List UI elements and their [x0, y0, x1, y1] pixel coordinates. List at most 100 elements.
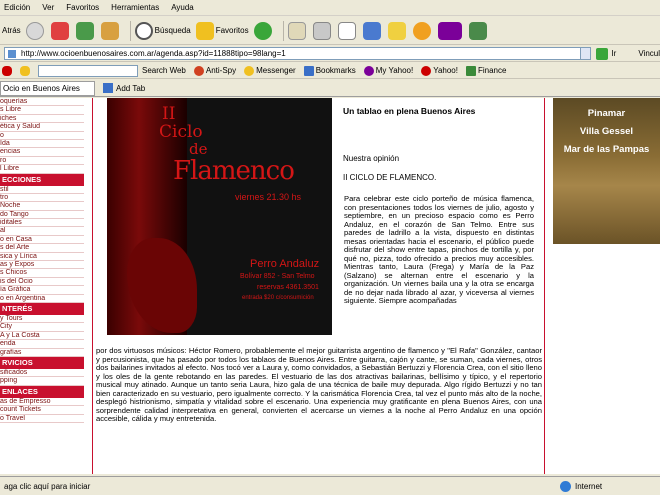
yahoo-search-input[interactable] — [38, 64, 138, 77]
sidebar-link[interactable]: sificados — [0, 369, 84, 378]
go-arrow-icon — [596, 47, 609, 60]
bookmarks-menu[interactable]: Bookmarks — [303, 65, 356, 76]
sidebar-link[interactable]: oquerías — [0, 98, 84, 107]
sidebar-link[interactable]: l Libre — [0, 165, 84, 174]
messenger-button[interactable] — [412, 21, 433, 40]
menu-help[interactable]: Ayuda — [171, 3, 194, 12]
smiley-icon — [244, 65, 255, 76]
print-button[interactable] — [312, 21, 333, 40]
discuss-button[interactable] — [362, 21, 383, 40]
sidebar-link[interactable]: do Tango — [0, 211, 84, 220]
sidebar-link[interactable]: tro — [0, 194, 84, 203]
tab-bar: Ocio en Buenos Aires Add Tab — [0, 80, 660, 97]
destinations-banner[interactable]: Pinamar Villa Gessel Mar de las Pampas — [553, 98, 660, 244]
sidebar-link[interactable]: City — [0, 323, 84, 332]
sidebar-link[interactable]: o en Casa — [0, 236, 84, 245]
messenger-menu[interactable]: Messenger — [244, 65, 296, 76]
poster-flamenco: Flamenco — [173, 156, 295, 186]
sidebar-link[interactable]: as de Empresso — [0, 398, 84, 407]
sidebar-link[interactable]: s del Arte — [0, 244, 84, 253]
status-bar: aga clic aquí para iniciar Internet — [0, 476, 660, 495]
status-text: aga clic aquí para iniciar — [4, 481, 91, 491]
sidebar-link[interactable]: al — [0, 227, 84, 236]
sidebar-link[interactable]: o en Argentina — [0, 295, 84, 303]
my-yahoo-menu[interactable]: My Yahoo! — [363, 65, 413, 76]
sidebar-link[interactable]: stil — [0, 186, 84, 194]
sidebar-link[interactable]: enda — [0, 340, 84, 349]
sidebar-link[interactable]: ro — [0, 157, 84, 166]
history-button[interactable] — [253, 21, 274, 40]
my-yahoo-icon — [363, 65, 374, 76]
poster-venue: Perro Andaluz — [250, 258, 320, 270]
poster-ciclo: Ciclo — [159, 122, 203, 142]
edit-button[interactable] — [337, 21, 358, 40]
flamenco-poster: II Ciclo de Flamenco viernes 21.30 hs Pe… — [107, 98, 332, 335]
sidebar-link[interactable]: Noche — [0, 202, 84, 211]
back-button[interactable]: Atrás — [2, 26, 21, 35]
sidebar-link[interactable]: o — [0, 132, 84, 140]
sidebar-link[interactable]: ética y Salud — [0, 123, 84, 132]
sidebar-link[interactable]: sica y Lírica — [0, 253, 84, 262]
yahoo-label: Yahoo! — [433, 66, 458, 75]
sidebar-link[interactable]: s Chicos — [0, 269, 84, 278]
menu-edit[interactable]: Edición — [4, 3, 30, 12]
pencil-icon[interactable] — [20, 65, 30, 76]
messenger-icon — [412, 21, 431, 40]
article-paragraph-2: por dos virtuosos músicos: Héctor Romero… — [96, 346, 542, 423]
menu-view[interactable]: Ver — [42, 3, 54, 12]
sidebar-link[interactable]: Ida — [0, 140, 84, 149]
mail-button[interactable] — [287, 21, 308, 40]
sidebar-link[interactable]: pping — [0, 377, 84, 386]
history-icon — [253, 21, 272, 40]
favorites-button[interactable]: Favoritos — [195, 21, 249, 40]
anti-spy-button[interactable]: Anti-Spy — [193, 65, 236, 76]
tab-ocio[interactable]: Ocio en Buenos Aires — [0, 80, 95, 96]
poster-roman: II — [162, 104, 176, 124]
anti-spy-icon — [193, 65, 204, 76]
menu-favorites[interactable]: Favoritos — [66, 3, 99, 12]
search-web-button[interactable]: Search Web — [142, 66, 186, 75]
add-tab-label: Add Tab — [116, 83, 146, 93]
poster-entry: entrada $20 c/consumición — [242, 295, 314, 301]
sidebar-group-4: sificados pping — [0, 369, 84, 386]
address-bar: http://www.ocioenbuenosaires.com.ar/agen… — [0, 46, 660, 62]
poster-reservations: reservas 4361.3501 — [257, 284, 319, 291]
sidebar-link[interactable]: is del Ocio — [0, 278, 84, 287]
sidebar-link[interactable]: o Travel — [0, 415, 84, 423]
sidebar-link[interactable]: A y La Costa — [0, 332, 84, 341]
extra-button[interactable] — [468, 21, 489, 40]
go-button[interactable]: Ir — [596, 47, 616, 60]
banner-pinamar: Pinamar — [587, 108, 626, 119]
print-icon — [312, 21, 331, 40]
sidebar-link[interactable]: y Tours — [0, 315, 84, 324]
address-input[interactable]: http://www.ocioenbuenosaires.com.ar/agen… — [4, 47, 582, 60]
notes-button[interactable] — [387, 21, 408, 40]
article-subtitle: II CICLO DE FLAMENCO. — [343, 173, 437, 182]
sidebar-group-3: y Tours City A y La Costa enda grafías — [0, 315, 84, 357]
home-button[interactable] — [100, 21, 121, 40]
search-button[interactable]: Búsqueda — [134, 21, 191, 40]
sidebar-link[interactable]: as y Expos — [0, 261, 84, 270]
favorites-label: Favoritos — [215, 26, 249, 35]
sidebar-link[interactable]: grafías — [0, 349, 84, 357]
forward-button[interactable] — [25, 21, 46, 40]
sidebar-link[interactable]: count Tickets — [0, 406, 84, 415]
poster-address: Bolívar 852 - San Telmo — [240, 273, 315, 280]
article-area: II Ciclo de Flamenco viernes 21.30 hs Pe… — [92, 98, 545, 474]
security-zone: Internet — [560, 480, 602, 492]
sidebar-link[interactable]: s Libre — [0, 106, 84, 115]
links-label[interactable]: Vincul — [638, 49, 660, 58]
yahoo-y-icon[interactable] — [2, 65, 12, 76]
sidebar-link[interactable]: ía Gráfica — [0, 286, 84, 295]
menu-tools[interactable]: Herramientas — [111, 3, 159, 12]
sidebar-link[interactable]: iches — [0, 115, 84, 124]
yahoo-button[interactable] — [437, 21, 464, 40]
finance-menu[interactable]: Finance — [465, 65, 506, 76]
sidebar-link[interactable]: encias — [0, 148, 84, 157]
add-tab-button[interactable]: Add Tab — [103, 83, 145, 93]
stop-button[interactable] — [50, 21, 71, 40]
refresh-button[interactable] — [75, 21, 96, 40]
yahoo-menu[interactable]: Yahoo! — [421, 65, 458, 76]
address-dropdown[interactable] — [580, 47, 592, 60]
sidebar-link[interactable]: iditales — [0, 219, 84, 228]
